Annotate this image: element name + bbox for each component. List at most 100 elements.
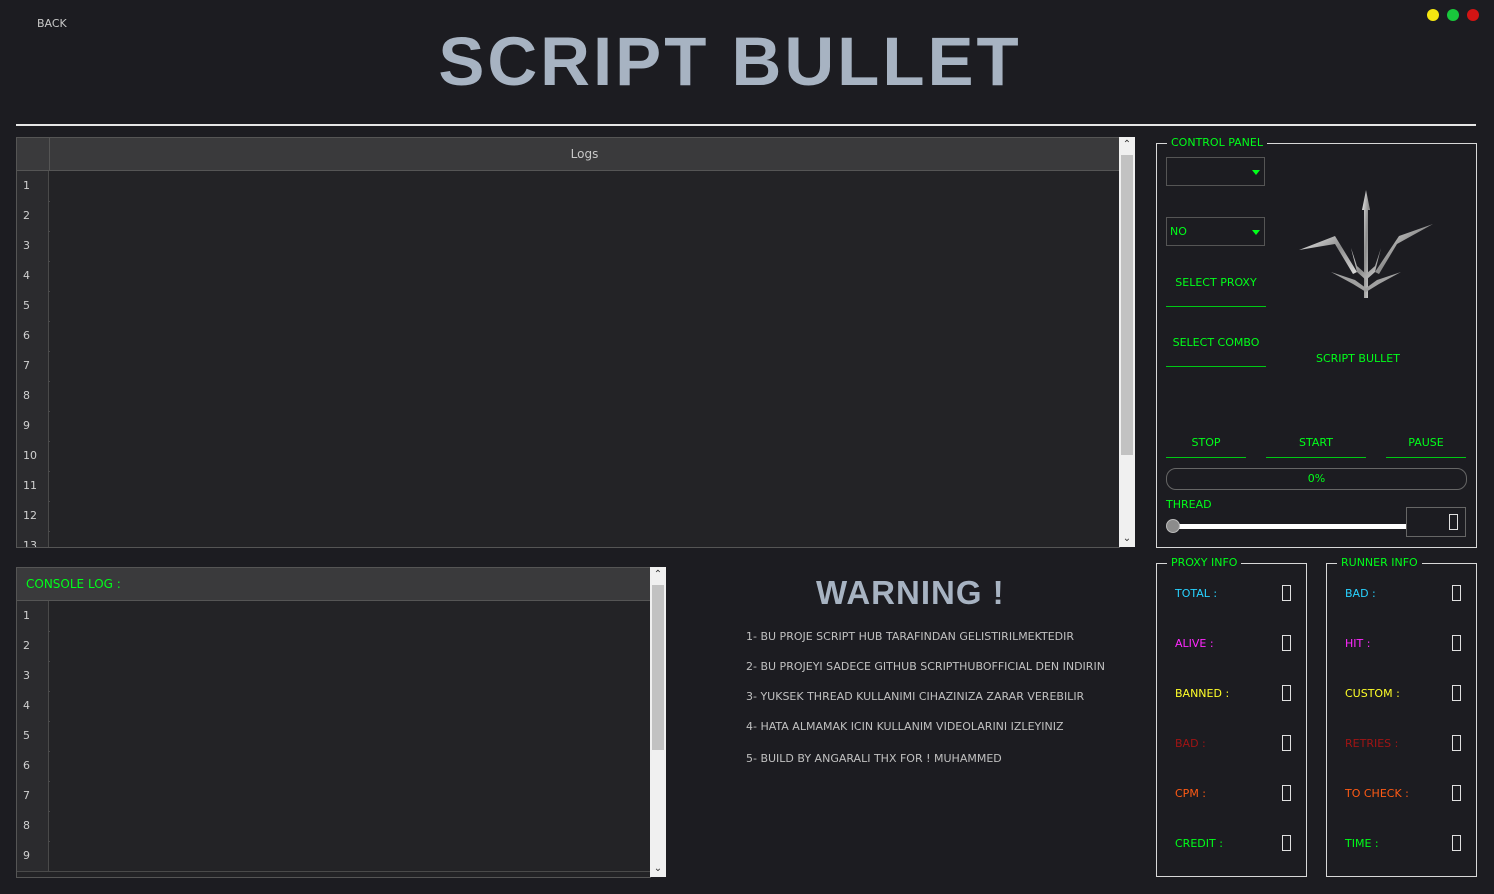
digit-display xyxy=(1282,685,1291,701)
table-row[interactable]: 4 xyxy=(17,261,1119,292)
progress-text: 0% xyxy=(1307,472,1326,485)
proxy-info-panel: PROXY INFO xyxy=(1156,556,1307,877)
digit-display xyxy=(1282,635,1291,651)
chevron-down-icon xyxy=(1252,170,1260,175)
warning-line: 5- BUILD BY ANGARALI THX FOR ! MUHAMMED xyxy=(746,752,1002,765)
table-row[interactable]: 3 xyxy=(17,661,650,692)
scroll-thumb[interactable] xyxy=(1121,155,1133,455)
table-row[interactable]: 12 xyxy=(17,501,1119,532)
logs-column-header[interactable]: Logs xyxy=(50,138,1119,171)
table-row[interactable]: 1 xyxy=(17,171,1119,202)
console-log-table[interactable]: CONSOLE LOG : 123456789 xyxy=(16,567,651,878)
table-cell[interactable] xyxy=(50,751,650,781)
warning-line: 4- HATA ALMAMAK ICIN KULLANIM VIDEOLARIN… xyxy=(746,720,1064,733)
scroll-thumb[interactable] xyxy=(652,585,664,750)
stat-label: RETRIES : xyxy=(1345,737,1399,750)
table-cell[interactable] xyxy=(50,721,650,751)
table-cell[interactable] xyxy=(50,411,1119,441)
close-dot[interactable] xyxy=(1467,9,1479,21)
table-cell[interactable] xyxy=(50,691,650,721)
maximize-dot[interactable] xyxy=(1447,9,1459,21)
table-corner xyxy=(17,138,50,171)
row-number: 13 xyxy=(17,531,49,547)
thread-count-display xyxy=(1406,507,1466,537)
thread-slider-track[interactable] xyxy=(1172,524,1406,529)
digit-display xyxy=(1452,585,1461,601)
table-row[interactable]: 8 xyxy=(17,811,650,842)
logs-scrollbar[interactable]: ⌃ ⌄ xyxy=(1119,137,1135,547)
scroll-up-icon[interactable]: ⌃ xyxy=(1119,137,1135,153)
chevron-down-icon xyxy=(1252,230,1260,235)
table-cell[interactable] xyxy=(50,471,1119,501)
table-row[interactable]: 11 xyxy=(17,471,1119,502)
table-cell[interactable] xyxy=(50,351,1119,381)
config-dropdown[interactable] xyxy=(1166,157,1265,186)
pause-button[interactable]: PAUSE xyxy=(1386,433,1466,458)
table-row[interactable]: 10 xyxy=(17,441,1119,472)
select-combo-button[interactable]: SELECT COMBO xyxy=(1166,330,1266,367)
table-row[interactable]: 4 xyxy=(17,691,650,722)
table-cell[interactable] xyxy=(50,601,650,631)
stat-label: HIT : xyxy=(1345,637,1371,650)
select-proxy-button[interactable]: SELECT PROXY xyxy=(1166,270,1266,307)
thread-slider-handle[interactable] xyxy=(1166,519,1180,533)
table-cell[interactable] xyxy=(50,171,1119,201)
scroll-up-icon[interactable]: ⌃ xyxy=(650,567,666,583)
runner-info-panel: RUNNER INFO xyxy=(1326,556,1477,877)
table-cell[interactable] xyxy=(50,321,1119,351)
table-row[interactable]: 9 xyxy=(17,411,1119,442)
console-scrollbar[interactable]: ⌃ ⌄ xyxy=(650,567,666,877)
row-number: 4 xyxy=(17,691,49,721)
table-cell[interactable] xyxy=(50,441,1119,471)
start-button[interactable]: START xyxy=(1266,433,1366,458)
logo-caption: SCRIPT BULLET xyxy=(1316,352,1400,365)
table-row[interactable]: 9 xyxy=(17,841,650,872)
table-row[interactable]: 1 xyxy=(17,601,650,632)
table-row[interactable]: 6 xyxy=(17,751,650,782)
stat-label: TOTAL : xyxy=(1175,587,1218,600)
table-row[interactable]: 7 xyxy=(17,781,650,812)
stat-label: CUSTOM : xyxy=(1345,687,1400,700)
table-cell[interactable] xyxy=(50,291,1119,321)
table-cell[interactable] xyxy=(50,201,1119,231)
table-cell[interactable] xyxy=(50,231,1119,261)
warning-title: WARNING ! xyxy=(816,574,1005,611)
proxy-mode-dropdown[interactable]: NO xyxy=(1166,217,1265,246)
table-cell[interactable] xyxy=(50,631,650,661)
table-row[interactable]: 2 xyxy=(17,201,1119,232)
proxy-mode-value: NO xyxy=(1170,225,1187,238)
table-cell[interactable] xyxy=(50,811,650,841)
table-row[interactable]: 8 xyxy=(17,381,1119,412)
table-cell[interactable] xyxy=(50,381,1119,411)
table-cell[interactable] xyxy=(50,261,1119,291)
table-row[interactable]: 3 xyxy=(17,231,1119,262)
table-cell[interactable] xyxy=(50,781,650,811)
table-row[interactable]: 5 xyxy=(17,721,650,752)
stat-label: BAD : xyxy=(1345,587,1376,600)
digit-display xyxy=(1452,635,1461,651)
warning-line: 2- BU PROJEYI SADECE GITHUB SCRIPTHUBOFF… xyxy=(746,660,1105,673)
table-cell[interactable] xyxy=(50,531,1119,547)
stat-label: BAD : xyxy=(1175,737,1206,750)
row-number: 10 xyxy=(17,441,49,471)
table-row[interactable]: 6 xyxy=(17,321,1119,352)
table-row[interactable]: 5 xyxy=(17,291,1119,322)
row-number: 2 xyxy=(17,201,49,231)
logs-table[interactable]: Logs 1 2 3 4 5 6 7 8 9 10 11 12 13 xyxy=(16,137,1120,548)
console-log-header: CONSOLE LOG : xyxy=(17,568,650,601)
row-number: 1 xyxy=(17,601,49,631)
digit-display xyxy=(1452,685,1461,701)
table-cell[interactable] xyxy=(50,501,1119,531)
scroll-down-icon[interactable]: ⌄ xyxy=(1119,531,1135,547)
stop-button[interactable]: STOP xyxy=(1166,433,1246,458)
table-row[interactable]: 7 xyxy=(17,351,1119,382)
table-cell[interactable] xyxy=(50,841,650,871)
table-cell[interactable] xyxy=(50,661,650,691)
minimize-dot[interactable] xyxy=(1427,9,1439,21)
scroll-down-icon[interactable]: ⌄ xyxy=(650,861,666,877)
row-number: 2 xyxy=(17,631,49,661)
stat-label: CPM : xyxy=(1175,787,1207,800)
table-row[interactable]: 2 xyxy=(17,631,650,662)
row-number: 3 xyxy=(17,231,49,261)
table-row[interactable]: 13 xyxy=(17,531,1119,547)
